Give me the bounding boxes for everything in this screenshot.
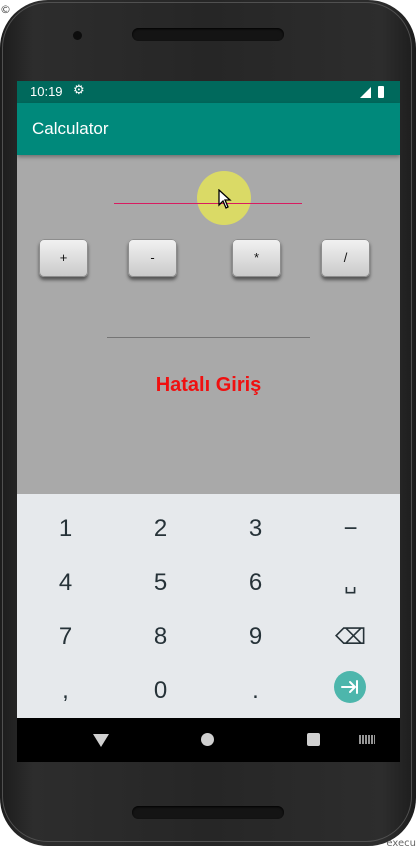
tab-arrow-icon xyxy=(341,680,358,694)
key-minus[interactable]: − xyxy=(303,502,398,556)
multiply-button[interactable]: * xyxy=(232,239,281,277)
frame-corner-mark: © xyxy=(0,3,11,16)
key-5[interactable]: 5 xyxy=(113,556,208,610)
device-screen: 10:19 ⚙ Calculator + - * / Hatalı Giriş xyxy=(17,81,400,762)
key-3[interactable]: 3 xyxy=(208,502,303,556)
key-6[interactable]: 6 xyxy=(208,556,303,610)
key-4[interactable]: 4 xyxy=(18,556,113,610)
gear-icon: ⚙ xyxy=(73,83,85,98)
key-2[interactable]: 2 xyxy=(113,502,208,556)
frame-corner-text: execu xyxy=(386,838,416,849)
add-button[interactable]: + xyxy=(39,239,88,277)
key-8[interactable]: 8 xyxy=(113,610,208,664)
top-speaker xyxy=(132,28,284,41)
space-key[interactable]: ␣ xyxy=(303,556,398,610)
phone-frame: 10:19 ⚙ Calculator + - * / Hatalı Giriş xyxy=(0,0,416,846)
subtract-button[interactable]: - xyxy=(128,239,177,277)
backspace-icon[interactable]: ⌫ xyxy=(303,610,398,664)
app-title: Calculator xyxy=(32,119,109,138)
result-text: Hatalı Giriş xyxy=(155,374,262,396)
battery-icon xyxy=(378,86,384,98)
key-0[interactable]: 0 xyxy=(113,664,208,718)
keyboard-icon[interactable] xyxy=(359,735,375,744)
bottom-speaker xyxy=(132,806,284,819)
back-icon[interactable] xyxy=(93,734,109,747)
first-number-input[interactable] xyxy=(114,203,302,204)
divide-button[interactable]: / xyxy=(321,239,370,277)
key-period[interactable]: . xyxy=(208,664,303,718)
navigation-bar xyxy=(17,718,400,762)
key-1[interactable]: 1 xyxy=(18,502,113,556)
calculator-content: + - * / Hatalı Giriş xyxy=(17,155,400,495)
key-7[interactable]: 7 xyxy=(18,610,113,664)
next-field-button[interactable] xyxy=(334,671,366,703)
app-bar: Calculator xyxy=(17,103,400,155)
signal-icon xyxy=(360,87,371,98)
front-camera xyxy=(73,31,82,40)
key-comma[interactable]: , xyxy=(18,664,113,718)
key-9[interactable]: 9 xyxy=(208,610,303,664)
home-icon[interactable] xyxy=(201,733,214,746)
status-bar: 10:19 ⚙ xyxy=(17,81,400,103)
second-number-input[interactable] xyxy=(107,337,310,338)
status-time: 10:19 xyxy=(30,84,63,99)
recent-apps-icon[interactable] xyxy=(307,733,320,746)
numeric-keyboard: 1 2 3 − 4 5 6 ␣ 7 8 9 ⌫ , 0 . xyxy=(17,494,400,718)
